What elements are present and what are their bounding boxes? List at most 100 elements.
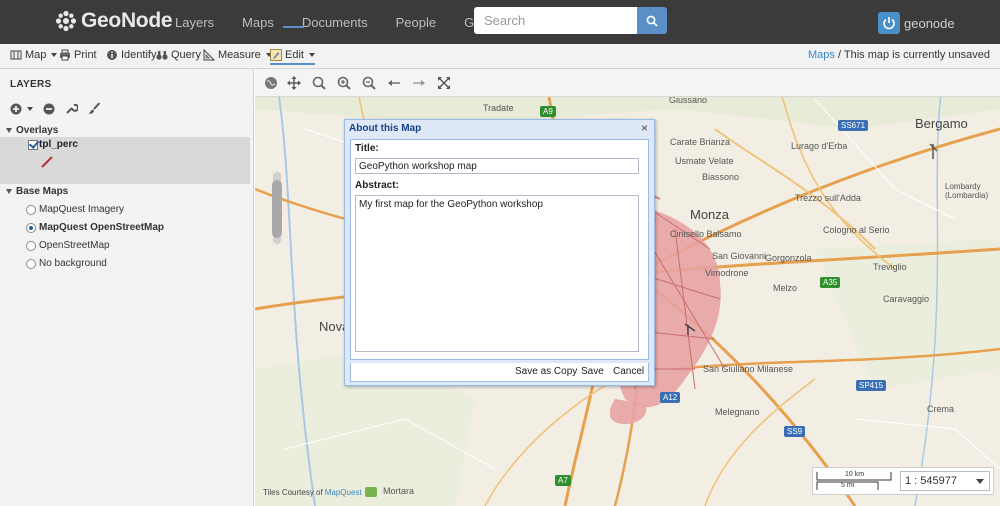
base-map-mapquest-imagery[interactable]: MapQuest Imagery xyxy=(26,204,124,215)
dialog-header[interactable]: About this Map × xyxy=(345,120,654,138)
scale-km-label: 10 km xyxy=(845,471,865,478)
chevron-down-icon xyxy=(51,53,58,57)
base-maps-header[interactable]: Base Maps xyxy=(6,186,68,197)
overlay-layer-checkbox[interactable] xyxy=(28,140,38,150)
road-shield-a12: A12 xyxy=(660,392,681,403)
radio-button-selected[interactable] xyxy=(26,222,36,233)
map-attribution: Tiles Courtesy of MapQuest xyxy=(263,487,377,497)
chevron-down-icon xyxy=(27,106,33,111)
breadcrumb-current: This map is currently unsaved xyxy=(843,49,990,61)
nav-people[interactable]: People xyxy=(396,15,436,30)
plus-circle-icon xyxy=(10,103,22,114)
map-label-crema: Crema xyxy=(927,404,955,414)
base-map-no-background[interactable]: No background xyxy=(26,258,107,269)
map-label-melegnano: Melegnano xyxy=(715,407,760,417)
road-shield-a35: A35 xyxy=(820,277,841,288)
binoculars-icon xyxy=(156,51,168,60)
dialog-body: Title: Abstract: My first map for the Ge… xyxy=(350,139,649,360)
overlays-header[interactable]: Overlays xyxy=(6,125,58,136)
breadcrumb-separator: / xyxy=(837,49,842,61)
map-label-gorgonzola: Gorgonzola xyxy=(765,253,812,263)
layers-panel: LAYERS Overlays tpl_perc Base Maps MapQu… xyxy=(0,69,254,506)
base-maps-label: Base Maps xyxy=(16,186,69,197)
overlays-label: Overlays xyxy=(16,125,59,136)
next-extent-button[interactable] xyxy=(411,75,427,91)
map-label-tradate: Tradate xyxy=(483,103,514,113)
fullscreen-button[interactable] xyxy=(436,75,452,91)
radio-button[interactable] xyxy=(26,204,36,215)
map-label-monza: Monza xyxy=(690,207,730,222)
about-map-dialog: About this Map × Title: Abstract: My fir… xyxy=(344,119,655,386)
globe-icon xyxy=(265,77,277,89)
map-menu-button[interactable]: Map xyxy=(10,49,58,61)
map-label-treviglio: Treviglio xyxy=(873,262,907,272)
add-layer-button[interactable] xyxy=(10,103,33,115)
map-label-biassono: Biassono xyxy=(702,172,740,182)
layer-style-button[interactable] xyxy=(88,102,101,115)
zoom-in-button[interactable] xyxy=(336,75,352,91)
geonode-logo-icon xyxy=(55,10,77,32)
save-button[interactable]: Save xyxy=(581,366,604,377)
zoom-out-button[interactable] xyxy=(361,75,377,91)
identify-button[interactable]: Identify xyxy=(106,49,156,61)
map-label-melzo: Melzo xyxy=(773,283,798,293)
query-button[interactable]: Query xyxy=(156,49,201,61)
collapse-triangle-icon xyxy=(6,128,12,133)
close-icon[interactable]: × xyxy=(639,122,650,134)
radio-button[interactable] xyxy=(26,258,36,269)
map-label-san-giovanni: San Giovanni xyxy=(712,251,767,261)
attribution-text: Tiles Courtesy of xyxy=(263,487,323,497)
search-bar xyxy=(474,7,667,34)
overlay-layer-row[interactable]: tpl_perc xyxy=(0,137,250,184)
layers-tools xyxy=(10,102,111,115)
print-label: Print xyxy=(74,49,97,61)
abstract-field-label: Abstract: xyxy=(355,180,399,191)
search-input[interactable] xyxy=(474,7,637,34)
base-map-label: No background xyxy=(39,258,107,269)
edit-button[interactable]: Edit xyxy=(270,49,315,65)
map-label-lurago: Lurago d'Erba xyxy=(791,141,848,151)
scale-select[interactable]: 1 : 545977 xyxy=(900,471,990,491)
map-label-caravaggio: Caravaggio xyxy=(883,294,930,304)
query-label: Query xyxy=(171,49,201,61)
save-as-copy-button[interactable]: Save as Copy xyxy=(515,366,577,377)
print-button[interactable]: Print xyxy=(59,49,97,61)
zoom-to-extent-button[interactable] xyxy=(263,75,279,91)
map-label-carate: Carate Brianza xyxy=(670,137,731,147)
radio-button[interactable] xyxy=(26,240,36,251)
base-map-openstreetmap[interactable]: OpenStreetMap xyxy=(26,240,110,251)
ruler-icon xyxy=(203,49,215,61)
nav-documents[interactable]: Documents xyxy=(302,15,368,30)
minus-circle-icon xyxy=(43,103,55,114)
base-map-label: OpenStreetMap xyxy=(39,240,110,251)
identify-label: Identify xyxy=(121,49,157,61)
mapquest-link[interactable]: MapQuest xyxy=(325,488,362,497)
nav-layers[interactable]: Layers xyxy=(175,15,214,30)
map-menu-label: Map xyxy=(25,49,47,61)
overlay-layer-name: tpl_perc xyxy=(39,139,78,150)
top-navbar: GeoNode Layers Maps Documents People Gro… xyxy=(0,0,1000,44)
title-field[interactable] xyxy=(355,158,639,174)
zoom-box-button[interactable] xyxy=(311,75,327,91)
cancel-button[interactable]: Cancel xyxy=(613,366,644,377)
measure-button[interactable]: Measure xyxy=(203,49,272,61)
zoom-slider-handle[interactable] xyxy=(272,180,282,238)
previous-extent-button[interactable] xyxy=(386,75,402,91)
abstract-field[interactable]: My first map for the GeoPython workshop xyxy=(355,195,639,352)
road-shield-ss671: SS671 xyxy=(838,120,869,131)
brand-logo[interactable]: GeoNode xyxy=(55,8,173,34)
map-label-mortara: Mortara xyxy=(383,486,415,496)
breadcrumb-maps-link[interactable]: Maps xyxy=(808,49,835,61)
remove-layer-button[interactable] xyxy=(43,103,55,115)
title-field-label: Title: xyxy=(355,143,379,154)
user-menu[interactable]: geonode xyxy=(878,12,955,34)
layer-properties-button[interactable] xyxy=(65,102,78,115)
map-nav-toolbar xyxy=(255,69,1000,97)
nav-maps[interactable]: Maps xyxy=(242,15,274,30)
arrow-left-icon xyxy=(388,80,400,86)
search-button[interactable] xyxy=(637,7,667,34)
pan-button[interactable] xyxy=(286,75,302,91)
paintbrush-icon xyxy=(89,102,101,114)
base-map-mapquest-osm[interactable]: MapQuest OpenStreetMap xyxy=(26,222,164,233)
dialog-title: About this Map xyxy=(349,123,422,134)
